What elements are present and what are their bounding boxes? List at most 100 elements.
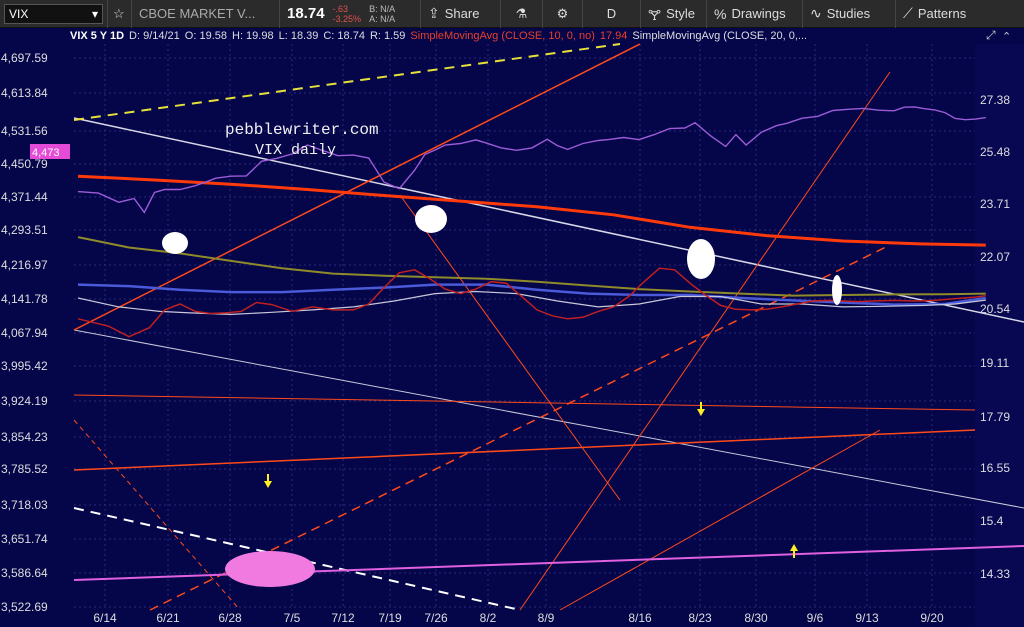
x-tick-label: 7/5	[284, 611, 301, 625]
sma-10-line	[77, 267, 986, 338]
watermark-line2: VIX daily	[255, 142, 336, 159]
channel-line-lower	[519, 71, 891, 611]
sma-blue-line	[77, 283, 986, 306]
change-percent: -3.25%	[332, 13, 362, 24]
info-high: H: 19.98	[232, 30, 274, 42]
support-line-magenta	[73, 545, 1024, 581]
x-tick-label: 6/14	[93, 611, 117, 625]
price-box: 18.74 -.63 -3.25% B: N/A A: N/A	[280, 0, 421, 28]
favorite-star-icon[interactable]: ☆	[108, 0, 132, 28]
share-button[interactable]: ⇪ Share	[421, 0, 501, 28]
spx-price-marker	[30, 144, 70, 159]
patterns-button[interactable]: ⟋ Patterns	[896, 0, 984, 28]
left-tick-label: 4,697.59	[1, 51, 48, 65]
period-button[interactable]: D	[583, 0, 641, 28]
bid-ask: B: N/A A: N/A	[369, 4, 395, 24]
trend-line-white	[73, 117, 1024, 323]
drawings-icon: %	[714, 5, 727, 22]
info-low: L: 18.39	[278, 30, 319, 42]
channel-line-mid	[149, 244, 891, 611]
period-label: D	[606, 6, 617, 21]
flask-icon[interactable]: ⚗	[501, 0, 543, 28]
left-tick-label: 3,785.52	[1, 462, 48, 476]
yellow-arrow-up-icon	[790, 544, 798, 551]
right-tick-label: 22.07	[980, 250, 1010, 264]
style-button[interactable]: 🝖 Style	[641, 0, 707, 28]
symbol-dropdown-icon[interactable]: ▾	[92, 7, 98, 21]
left-tick-label: 4,216.97	[1, 258, 48, 272]
yellow-arrow-down-icon	[264, 481, 272, 488]
left-tick-label: 3,995.42	[1, 359, 48, 373]
left-tick-label: 3,718.03	[1, 498, 48, 512]
left-tick-label: 4,371.44	[1, 190, 48, 204]
channel-line-lower2	[559, 429, 881, 611]
x-tick-label: 7/26	[424, 611, 448, 625]
right-tick-label: 23.71	[980, 197, 1010, 211]
change-block: -.63 -3.25%	[333, 4, 362, 24]
info-close: C: 18.74	[323, 30, 365, 42]
drawings-button[interactable]: % Drawings	[707, 0, 803, 28]
left-tick-label: 4,613.84	[1, 86, 48, 100]
info-sma10: SimpleMovingAvg (CLOSE, 10, 0, no)	[410, 30, 595, 42]
drawings-label: Drawings	[731, 6, 786, 21]
right-tick-label: 20.54	[980, 302, 1010, 316]
toolbar: VIX ▾ ☆ CBOE MARKET V... 18.74 -.63 -3.25…	[0, 0, 1024, 28]
x-tick-label: 7/19	[378, 611, 402, 625]
symbol-field[interactable]: VIX ▾	[0, 0, 108, 28]
right-tick-label: 15.4	[980, 514, 1004, 528]
change-value: -.63	[332, 3, 349, 14]
left-tick-label: 4,067.94	[1, 326, 48, 340]
x-tick-label: 8/23	[688, 611, 712, 625]
right-tick-label: 17.79	[980, 410, 1010, 424]
style-icon: 🝖	[648, 7, 662, 23]
resistance-line-red	[73, 394, 976, 411]
last-price: 18.74	[287, 5, 325, 22]
left-tick-label: 4,141.78	[1, 292, 48, 306]
right-tick-label: 16.55	[980, 461, 1010, 475]
studies-label: Studies	[826, 6, 871, 21]
left-tick-label: 3,586.64	[1, 566, 48, 580]
thin-red-diag	[399, 194, 621, 501]
annotation-ellipse	[832, 275, 842, 305]
info-sma20: SimpleMovingAvg (CLOSE, 20, 0,...	[632, 30, 808, 42]
studies-button[interactable]: ∿ Studies	[803, 0, 896, 28]
right-tick-label: 14.33	[980, 567, 1010, 581]
x-tick-label: 9/6	[807, 611, 824, 625]
patterns-icon: ⟋	[903, 5, 913, 21]
left-tick-label: 4,450.79	[1, 157, 48, 171]
company-name: CBOE MARKET V...	[132, 0, 280, 28]
info-range: R: 1.59	[369, 30, 406, 42]
sma-200-line	[77, 174, 986, 247]
info-open: O: 19.58	[184, 30, 227, 42]
share-icon: ⇪	[428, 5, 440, 21]
chart-canvas[interactable]: 4,697.59 4,613.84 4,531.56 4,450.79 4,371.44…	[0, 0, 1024, 627]
left-tick-label: 4,531.56	[1, 124, 48, 138]
studies-icon: ∿	[810, 5, 822, 21]
x-tick-label: 9/13	[855, 611, 879, 625]
sma-20-line	[77, 290, 986, 316]
x-tick-label: 6/28	[218, 611, 242, 625]
info-symbol: VIX 5 Y 1D	[70, 30, 125, 42]
yellow-arrow-down-icon	[697, 409, 705, 416]
x-tick-label: 7/12	[331, 611, 355, 625]
x-tick-label: 9/20	[920, 611, 944, 625]
left-tick-label: 4,293.51	[1, 223, 48, 237]
expand-icon[interactable]: ⤢	[986, 28, 1000, 44]
x-tick-label: 8/30	[744, 611, 768, 625]
x-tick-label: 8/2	[480, 611, 497, 625]
x-tick-label: 8/9	[538, 611, 555, 625]
x-tick-label: 6/21	[156, 611, 180, 625]
bid-value: B: N/A	[369, 3, 396, 14]
annotation-ellipse	[687, 239, 715, 279]
left-tick-label: 3,651.74	[1, 532, 48, 546]
gear-icon[interactable]: ⚙	[543, 0, 583, 28]
collapse-icon[interactable]: ⌃	[1002, 30, 1016, 46]
left-tick-label: 3,924.19	[1, 394, 48, 408]
x-tick-label: 8/16	[628, 611, 652, 625]
ask-value: A: N/A	[369, 13, 396, 24]
right-tick-label: 19.11	[980, 356, 1009, 370]
annotation-ellipse	[415, 205, 447, 233]
watermark-line1: pebblewriter.com	[225, 121, 379, 139]
spx-price-marker-text: 4,473	[32, 147, 60, 159]
trend-line-white-thin	[73, 329, 1024, 509]
